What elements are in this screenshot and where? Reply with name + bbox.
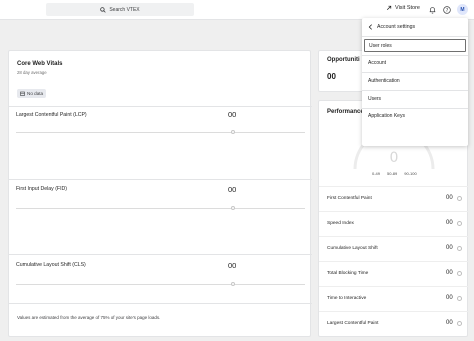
perf-row-label: Largest Contentful Paint [327, 321, 379, 326]
perf-row-label: Total Blocking Time [327, 271, 369, 276]
opportunities-value: 00 [327, 72, 336, 81]
divider [319, 261, 469, 262]
visit-store-label: Visit Store [395, 5, 420, 11]
divider [9, 179, 312, 180]
perf-row-value: 00 [446, 195, 453, 201]
lcp-marker [231, 130, 235, 134]
gauge-label: 0-49 [372, 171, 381, 176]
menu-item-authentication[interactable]: Authentication [364, 74, 466, 87]
card-title: Core Web Vitals [17, 61, 63, 67]
card-subtitle: 28 day average [17, 70, 47, 75]
search-bar[interactable]: Search VTEX [46, 3, 194, 16]
status-indicator [457, 246, 462, 251]
lcp-value: 00 [228, 110, 237, 119]
fid-marker [231, 206, 235, 210]
cls-label: Cumulative Layout Shift (CLS) [16, 262, 86, 268]
core-web-vitals-card: Core Web Vitals 28 day average No data L… [8, 50, 312, 337]
menu-title: Account settings [377, 24, 416, 30]
cls-track [16, 284, 305, 285]
divider [362, 90, 468, 91]
perf-row-value: 00 [446, 245, 453, 251]
lcp-label: Largest Contentful Paint (LCP) [16, 112, 87, 118]
perf-row-value: 00 [446, 320, 453, 326]
divider [319, 311, 469, 312]
divider [319, 186, 469, 187]
menu-item-account[interactable]: Account [364, 56, 466, 69]
help-icon: ? [442, 5, 451, 13]
gauge-legend: 0-49 50-89 90-100 [372, 171, 417, 176]
gauge-value: 0 [390, 150, 399, 166]
divider [9, 254, 312, 255]
help-button[interactable]: ? [442, 5, 451, 14]
divider [9, 303, 312, 304]
avatar[interactable]: M [457, 4, 468, 15]
badge-label: No data [27, 91, 44, 96]
divider [9, 106, 312, 107]
chevron-left-icon [368, 24, 372, 30]
visit-store-link[interactable]: Visit Store [386, 5, 420, 11]
perf-row-value: 00 [446, 220, 453, 226]
search-icon [100, 6, 107, 13]
menu-item-user-roles[interactable]: User roles [364, 39, 466, 52]
status-indicator [457, 271, 462, 276]
menu-back-button[interactable]: Account settings [368, 24, 415, 30]
fid-label: First Input Delay (FID) [16, 186, 68, 192]
notifications-button[interactable] [428, 5, 437, 14]
bell-icon [429, 6, 436, 13]
perf-row-label: Cumulative Layout Shift [327, 246, 378, 251]
gauge-label: 90-100 [404, 171, 417, 176]
status-indicator [457, 296, 462, 301]
divider [319, 236, 469, 237]
status-indicator [457, 196, 462, 201]
lcp-track [16, 132, 305, 133]
divider [362, 36, 468, 37]
external-link-icon [386, 5, 392, 11]
card-title: Opportuniti [327, 57, 360, 63]
search-placeholder: Search VTEX [109, 6, 140, 13]
fid-value: 00 [228, 185, 237, 194]
perf-row-value: 00 [446, 270, 453, 276]
perf-row-label: Speed Index [327, 221, 354, 226]
cls-marker [231, 282, 235, 286]
perf-row-value: 00 [446, 295, 453, 301]
no-data-badge: No data [17, 89, 47, 98]
perf-row-label: First Contentful Paint [327, 196, 372, 201]
account-settings-menu: Account settings User roles Account Auth… [362, 18, 468, 146]
menu-item-application-keys[interactable]: Application Keys [364, 109, 466, 122]
cls-value: 00 [228, 261, 237, 270]
top-bar: Search VTEX Visit Store ? M [0, 0, 474, 20]
card-title: Performance [327, 109, 364, 115]
gauge-label: 50-89 [387, 171, 398, 176]
footnote: Values are estimated from the average of… [17, 315, 161, 320]
status-indicator [457, 321, 462, 326]
divider [319, 286, 469, 287]
divider [319, 211, 469, 212]
divider [362, 72, 468, 73]
perf-row-label: Time to Interactive [327, 296, 367, 301]
fid-track [16, 208, 305, 209]
calendar-icon [20, 91, 25, 96]
status-indicator [457, 221, 462, 226]
menu-item-users[interactable]: Users [364, 92, 466, 105]
